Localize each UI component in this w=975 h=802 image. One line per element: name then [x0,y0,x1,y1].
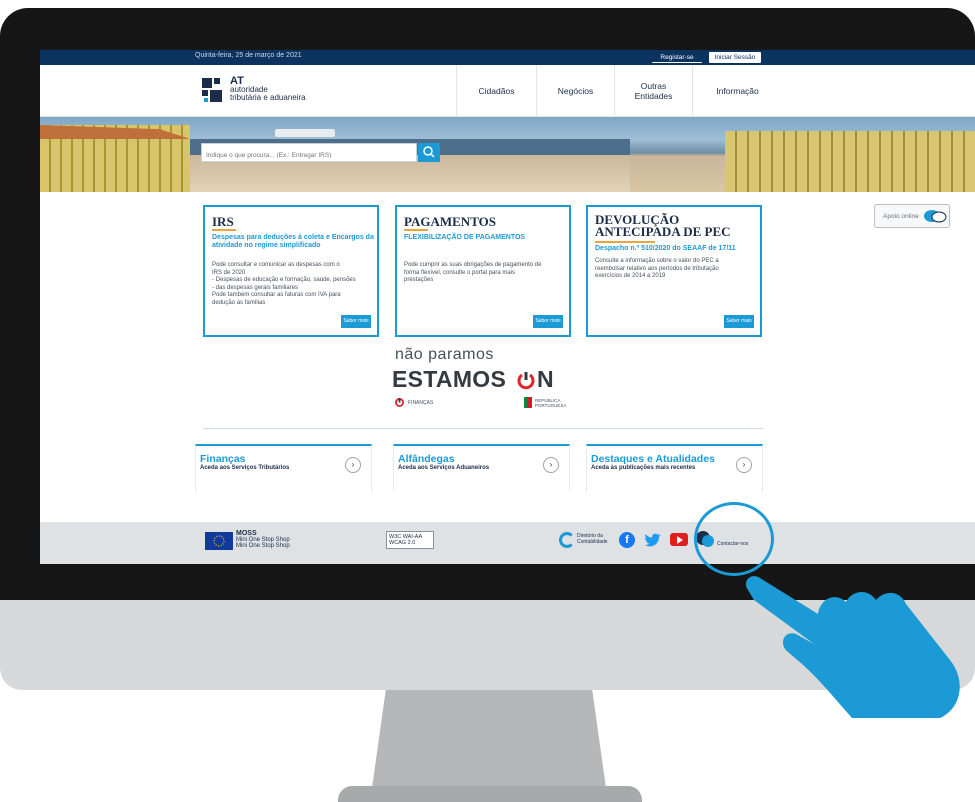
logo-text[interactable]: AT autoridade tributária e aduaneira [230,76,306,102]
card-devolucao-pec[interactable]: DEVOLUÇÃO ANTECIPADA DE PEC Despacho n.º… [586,205,762,337]
card-title-line2: ANTECIPADA DE PEC [595,224,731,239]
monitor-stand [372,688,606,788]
title-underline [404,229,428,231]
nav-cidadaos[interactable]: Cidadãos [456,65,536,117]
top-bar: Quinta-feira, 25 de março de 2021 Regist… [40,50,975,65]
card-line: dedução às famílias [212,299,266,306]
nav-negocios[interactable]: Negócios [536,65,614,117]
campaign-line1: não paramos [395,346,494,363]
card-line: - Despesas de educação e formação, saúde… [212,277,356,283]
card-line: Pode cumprir as suas obrigações de pagam… [404,262,542,268]
apoio-label: Apoio online [883,213,919,220]
card-line: prestações [404,277,434,283]
card-line: Pode consultar e comunicar as despesas c… [212,262,340,268]
card-line: Consulte a informação sobre o valor do P… [595,258,719,264]
card-line: forma flexível, consulte o portal para m… [404,269,516,276]
card-subtitle: FLEXIBILIZAÇÃO DE PAGAMENTOS [404,234,526,241]
campaign-on: N [537,366,554,392]
chevron-right-icon[interactable]: › [543,457,559,473]
card-line: IRS de 2020 [212,269,246,276]
monitor-base [338,786,642,802]
highlight-circle [694,502,774,576]
chevron-right-icon[interactable]: › [736,457,752,473]
portugal-flag-icon [524,397,532,408]
apoio-online-button[interactable]: Apoio online [874,204,950,228]
site-footer: MOSS Mini One Stop Shop Mini One Stop Sh… [40,522,975,564]
search-button[interactable] [418,143,440,162]
nav-outras-line2: Entidades [634,91,673,101]
diretorio-link[interactable]: Diretório da Contabilidade [577,533,608,545]
nav-informacao[interactable]: Informação [692,65,782,117]
gov-label: REPÚBLICA PORTUGUESA [535,398,566,408]
login-button[interactable]: Iniciar Sessão [709,52,761,63]
nav-outras-line1: Outras [640,81,667,91]
section-title: Finanças [200,453,246,465]
wcag-line2: WCAG 2.0 [389,540,416,546]
card-subtitle: Despesas para deduções à coleta e Encarg… [212,234,374,249]
section-subtitle: Aceda aos Serviços Aduaneiros [398,465,490,471]
card-subtitle: Despacho n.º 510/2020 do SEAAF de 17/11 [595,245,736,252]
section-subtitle: Aceda aos Serviços Tributários [200,465,290,471]
card-irs[interactable]: IRS Despesas para deduções à coleta e En… [203,205,379,337]
section-divider [203,428,763,429]
hero-banner [40,117,975,192]
card-line: exercícios de 2014 a 2019 [595,273,666,279]
title-underline [595,241,655,243]
campaign-line2: ESTAMOS [392,366,507,392]
financas-label: FINANÇAS [408,400,434,406]
card-body: Consulte a informação sobre o valor do P… [595,258,755,281]
current-date: Quinta-feira, 25 de março de 2021 [195,52,302,59]
moss-title: MOSS [236,530,257,537]
power-icon [517,372,535,390]
site-header: AT autoridade tributária e aduaneira Cid… [40,65,975,117]
facebook-icon[interactable]: f [619,532,635,548]
section-title: Alfândegas [398,453,455,465]
pointing-hand-icon [745,576,960,718]
section-alfandegas[interactable]: Alfândegas Aceda aos Serviços Aduaneiros… [393,444,570,491]
more-button[interactable]: Saber mais [533,315,563,328]
card-body: Pode cumprir as suas obrigações de pagam… [404,262,564,285]
section-financas[interactable]: Finanças Aceda aos Serviços Tributários … [195,444,372,491]
section-destaques[interactable]: Destaques e Atualidades Aceda às publica… [586,444,763,491]
card-body: Pode consultar e comunicar as despesas c… [212,262,372,307]
hero-ship [275,129,335,137]
card-title: DEVOLUÇÃO ANTECIPADA DE PEC [595,213,731,239]
diretorio-icon[interactable] [559,532,575,548]
search-icon [423,146,435,158]
search-input[interactable] [202,147,382,164]
moss-line2: Mini One Stop Shop [236,543,290,549]
logo-line2: tributária e aduaneira [230,93,306,102]
wcag-badge[interactable]: W3C WAI-AA WCAG 2.0 [386,531,434,549]
gov-line2: PORTUGUESA [535,403,567,408]
eu-flag-icon[interactable] [205,532,233,550]
card-title: PAGAMENTOS [404,214,496,229]
card-line: - das despesas gerais familiares [212,284,299,291]
title-underline [212,229,236,231]
financas-power-icon [395,398,404,407]
at-logo-icon[interactable] [200,76,228,104]
section-subtitle: Aceda às publicações mais recentes [591,465,696,471]
moss-link[interactable]: MOSS Mini One Stop Shop Mini One Stop Sh… [236,530,290,549]
hero-building-right [725,131,975,192]
twitter-icon[interactable] [645,533,661,547]
more-button[interactable]: Saber mais [341,315,371,328]
website-screen: Quinta-feira, 25 de março de 2021 Regist… [40,50,975,564]
diretorio-line2: Contabilidade [577,538,608,545]
section-title: Destaques e Atualidades [591,453,715,465]
card-line: Pode também consultar as faturas com IVA… [212,292,341,298]
search-box [201,143,417,164]
register-button[interactable]: Registar-se [652,52,702,63]
card-pagamentos[interactable]: PAGAMENTOS FLEXIBILIZAÇÃO DE PAGAMENTOS … [395,205,571,337]
chat-bubbles-icon [924,210,947,223]
more-button[interactable]: Saber mais [724,315,754,328]
card-line: reembolsar relativo aos períodos de trib… [595,265,719,272]
card-title: IRS [212,214,234,229]
nav-outras-entidades[interactable]: Outras Entidades [614,65,692,117]
chevron-right-icon[interactable]: › [345,457,361,473]
youtube-icon[interactable] [670,533,688,546]
